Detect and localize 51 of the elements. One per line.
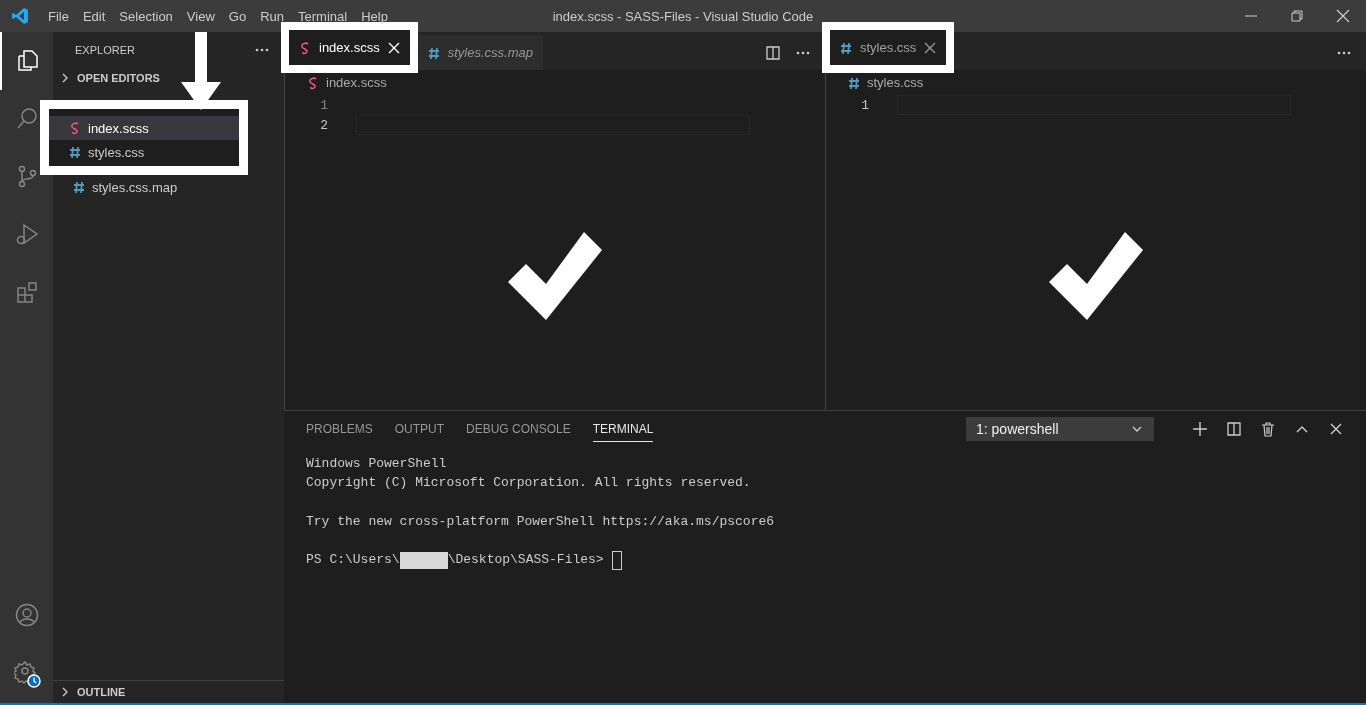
terminal-prompt: \Desktop\SASS-Files>: [447, 551, 604, 570]
tree-item[interactable]: styles.css.map: [53, 175, 284, 199]
menu-item[interactable]: Selection: [112, 8, 180, 24]
line-number: 1: [860, 97, 869, 113]
close-icon[interactable]: [924, 41, 937, 54]
editor-tab[interactable]: index.scss: [289, 30, 410, 65]
terminal-line: Windows PowerShell: [306, 455, 448, 473]
window-title: index.scss - SASS-Files - Visual Studio Code: [552, 8, 814, 24]
panel-tab[interactable]: DEBUG CONSOLE: [466, 416, 571, 442]
breadcrumb[interactable]: index.scss: [326, 75, 387, 90]
hash-icon: [73, 180, 85, 194]
tree-item[interactable]: styles.css: [49, 140, 239, 164]
terminal-dropdown[interactable]: 1: powershell: [966, 417, 1154, 441]
menu-item[interactable]: Run: [253, 8, 291, 24]
line-number: 1: [319, 97, 328, 113]
line-number: 2: [319, 117, 328, 133]
hash-icon: [848, 75, 860, 90]
gear-clock-icon[interactable]: [13, 660, 42, 688]
menu-item[interactable]: Help: [354, 8, 395, 24]
sass-icon: [307, 75, 319, 90]
hash-icon: [69, 145, 81, 159]
split-terminal-icon[interactable]: [1226, 421, 1242, 437]
sass-icon: [299, 40, 311, 55]
close-button[interactable]: [1335, 8, 1351, 24]
editor-tab[interactable]: styles.css.map: [417, 35, 543, 70]
menu-item[interactable]: Edit: [75, 8, 113, 24]
hash-icon: [840, 40, 852, 55]
breadcrumb[interactable]: styles.css: [867, 75, 924, 90]
restore-button[interactable]: [1289, 8, 1305, 24]
panel-tab[interactable]: TERMINAL: [592, 416, 654, 442]
panel-tab[interactable]: PROBLEMS: [306, 416, 373, 442]
trash-icon[interactable]: [1260, 421, 1276, 437]
terminal-line: Try the new cross-platform PowerShell https://aka.ms/pscore6: [306, 512, 776, 531]
plus-icon[interactable]: [1192, 421, 1208, 437]
sidebar-title: EXPLORER: [75, 43, 135, 56]
tree-item[interactable]: index.scss: [49, 116, 239, 140]
menu-item[interactable]: Terminal: [291, 8, 355, 24]
hash-icon: [427, 45, 440, 60]
terminal-line: Copyright (C) Microsoft Corporation. All rights reserved.: [306, 474, 752, 493]
menu-item[interactable]: Go: [221, 8, 254, 24]
account-icon[interactable]: [14, 603, 41, 629]
app-logo: [11, 7, 29, 25]
sass-icon: [69, 121, 81, 135]
close-icon[interactable]: [1328, 421, 1344, 437]
panel-tab[interactable]: OUTPUT: [394, 416, 445, 442]
section-header[interactable]: OPEN EDITORS: [53, 67, 284, 89]
editor-tab[interactable]: styles.css: [830, 30, 947, 65]
split-editor-icon[interactable]: [765, 44, 781, 61]
menu-item[interactable]: File: [41, 8, 76, 24]
terminal-prompt: PS C:\Users\: [306, 551, 400, 570]
menu-item[interactable]: View: [179, 8, 222, 24]
